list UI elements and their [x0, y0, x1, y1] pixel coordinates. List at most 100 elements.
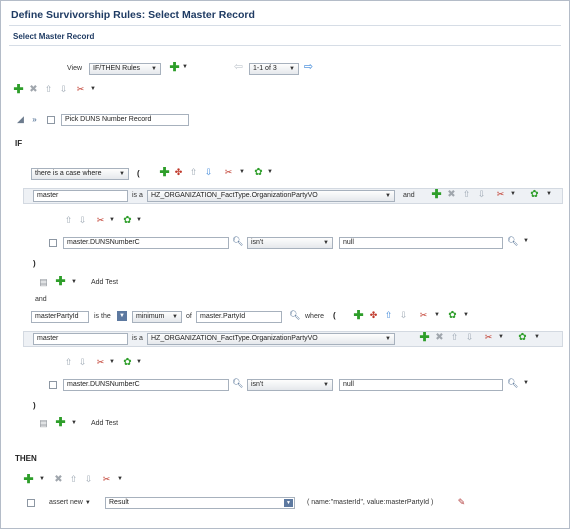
view-select[interactable]: IF/THEN Rules ▼ — [89, 63, 161, 75]
add-test-link[interactable]: Add Test — [91, 278, 118, 288]
cut-icon[interactable]: ✂ — [418, 310, 429, 321]
fact-type-select[interactable]: HZ_ORGANIZATION_FactType.OrganizationPar… — [147, 190, 395, 202]
delete-icon[interactable]: ✖ — [434, 332, 445, 343]
fact-variable-input[interactable]: master — [33, 190, 128, 202]
move-up-icon[interactable]: ⇧ — [188, 167, 199, 178]
cut-icon[interactable]: ✂ — [101, 474, 112, 485]
settings-icon[interactable]: ✿ — [517, 332, 528, 343]
fact-type-select[interactable]: HZ_ORGANIZATION_FactType.OrganizationPar… — [147, 333, 395, 345]
add-action-menu-chevron-icon[interactable]: ▼ — [39, 474, 45, 485]
fact-variable-input[interactable]: master — [33, 333, 128, 345]
edit-menu-chevron-icon[interactable]: ▼ — [239, 167, 245, 178]
test-right-input[interactable]: null — [339, 379, 503, 391]
edit-properties-icon[interactable]: ✎ — [456, 497, 467, 508]
add-test-menu-chevron-icon[interactable]: ▼ — [71, 418, 77, 429]
move-up-icon[interactable]: ⇧ — [63, 215, 74, 226]
move-up-icon[interactable]: ⇧ — [461, 189, 472, 200]
move-down-icon[interactable]: ⇩ — [476, 189, 487, 200]
search-icon[interactable]: 🔍︎ — [232, 236, 243, 247]
add-action-icon[interactable]: ✚ — [23, 473, 34, 485]
value-menu-chevron-icon[interactable]: ▼ — [523, 236, 529, 247]
target-fact-select[interactable]: Result ▼ — [105, 497, 295, 509]
move-up-icon[interactable]: ⇧ — [449, 332, 460, 343]
settings-icon[interactable]: ✿ — [253, 167, 264, 178]
move-down-icon[interactable]: ⇩ — [77, 215, 88, 226]
add-test-icon[interactable]: ✚ — [55, 416, 66, 428]
clipboard-icon[interactable]: ▤ — [38, 418, 49, 429]
add-condition-icon[interactable]: ✚ — [353, 309, 364, 321]
move-up-icon[interactable]: ⇧ — [383, 310, 394, 321]
settings-icon[interactable]: ✿ — [529, 189, 540, 200]
add-icon[interactable]: ✚ — [431, 188, 442, 200]
action-select[interactable]: assert new ▼ — [49, 498, 91, 508]
edit-menu-chevron-icon[interactable]: ▼ — [109, 357, 115, 368]
settings-menu-chevron-icon[interactable]: ▼ — [546, 189, 552, 200]
move-down-icon[interactable]: ⇩ — [58, 84, 69, 95]
test-checkbox[interactable] — [49, 239, 57, 247]
cut-icon[interactable]: ✂ — [95, 357, 106, 368]
move-down-icon[interactable]: ⇩ — [464, 332, 475, 343]
edit-menu-chevron-icon[interactable]: ▼ — [498, 332, 504, 343]
value-menu-chevron-icon[interactable]: ▼ — [523, 378, 529, 389]
delete-icon[interactable]: ✖ — [53, 474, 64, 485]
delete-icon[interactable]: ✖ — [446, 189, 457, 200]
add-icon[interactable]: ✚ — [13, 83, 24, 95]
cut-icon[interactable]: ✂ — [95, 215, 106, 226]
clipboard-icon[interactable]: ▤ — [38, 277, 49, 288]
settings-menu-chevron-icon[interactable]: ▼ — [136, 357, 142, 368]
case-select[interactable]: there is a case where ▼ — [31, 168, 129, 180]
settings-menu-chevron-icon[interactable]: ▼ — [136, 215, 142, 226]
action-checkbox[interactable] — [27, 499, 35, 507]
rule-checkbox[interactable] — [47, 116, 55, 124]
move-up-icon[interactable]: ⇧ — [68, 474, 79, 485]
settings-icon[interactable]: ✿ — [122, 215, 133, 226]
cut-icon[interactable]: ✂ — [75, 84, 86, 95]
delete-icon[interactable]: ✖ — [28, 84, 39, 95]
test-checkbox[interactable] — [49, 381, 57, 389]
cut-icon[interactable]: ✂ — [495, 189, 506, 200]
previous-page-icon[interactable]: ⇦ — [233, 62, 244, 73]
settings-icon[interactable]: ✿ — [447, 310, 458, 321]
next-page-icon[interactable]: ⇨ — [303, 62, 314, 73]
test-right-input[interactable]: null — [339, 237, 503, 249]
add-nested-icon[interactable]: ✤ — [368, 310, 379, 321]
rule-name-input[interactable]: Pick DUNS Number Record — [61, 114, 189, 126]
aggregate-variable-input[interactable]: masterPartyId — [31, 311, 89, 323]
add-rule-icon[interactable]: ✚ — [169, 61, 180, 73]
search-icon[interactable]: 🔍︎ — [289, 310, 300, 321]
add-nested-icon[interactable]: ✤ — [173, 167, 184, 178]
settings-icon[interactable]: ✿ — [122, 357, 133, 368]
settings-menu-chevron-icon[interactable]: ▼ — [534, 332, 540, 343]
add-condition-icon[interactable]: ✚ — [159, 166, 170, 178]
settings-menu-chevron-icon[interactable]: ▼ — [463, 310, 469, 321]
operator-select[interactable]: isn't ▼ — [247, 379, 333, 391]
move-up-icon[interactable]: ⇧ — [63, 357, 74, 368]
search-icon[interactable]: 🔍︎ — [507, 378, 518, 389]
add-test-menu-chevron-icon[interactable]: ▼ — [71, 277, 77, 288]
aggregate-function-select[interactable]: minimum ▼ — [132, 311, 182, 323]
edit-menu-chevron-icon[interactable]: ▼ — [117, 474, 123, 485]
edit-menu-chevron-icon[interactable]: ▼ — [434, 310, 440, 321]
settings-menu-chevron-icon[interactable]: ▼ — [267, 167, 273, 178]
move-down-icon[interactable]: ⇩ — [77, 357, 88, 368]
pager-select[interactable]: 1-1 of 3 ▼ — [249, 63, 299, 75]
cut-icon[interactable]: ✂ — [223, 167, 234, 178]
action-arguments[interactable]: ( name:"masterId", value:masterPartyId ) — [307, 498, 433, 508]
search-icon[interactable]: 🔍︎ — [232, 378, 243, 389]
move-down-icon[interactable]: ⇩ — [203, 167, 214, 178]
cut-icon[interactable]: ✂ — [483, 332, 494, 343]
edit-menu-chevron-icon[interactable]: ▼ — [90, 84, 96, 95]
search-icon[interactable]: 🔍︎ — [507, 236, 518, 247]
chevron-down-icon[interactable]: ▼ — [117, 311, 127, 321]
add-rule-menu-chevron-icon[interactable]: ▼ — [182, 62, 188, 73]
aggregate-field-input[interactable]: master.PartyId — [196, 311, 282, 323]
collapse-icon[interactable]: ◢ — [15, 114, 26, 125]
move-up-icon[interactable]: ⇧ — [43, 84, 54, 95]
expand-all-icon[interactable]: » — [29, 114, 40, 125]
move-down-icon[interactable]: ⇩ — [83, 474, 94, 485]
move-down-icon[interactable]: ⇩ — [398, 310, 409, 321]
test-left-input[interactable]: master.DUNSNumberC — [63, 379, 229, 391]
operator-select[interactable]: isn't ▼ — [247, 237, 333, 249]
test-left-input[interactable]: master.DUNSNumberC — [63, 237, 229, 249]
edit-menu-chevron-icon[interactable]: ▼ — [510, 189, 516, 200]
